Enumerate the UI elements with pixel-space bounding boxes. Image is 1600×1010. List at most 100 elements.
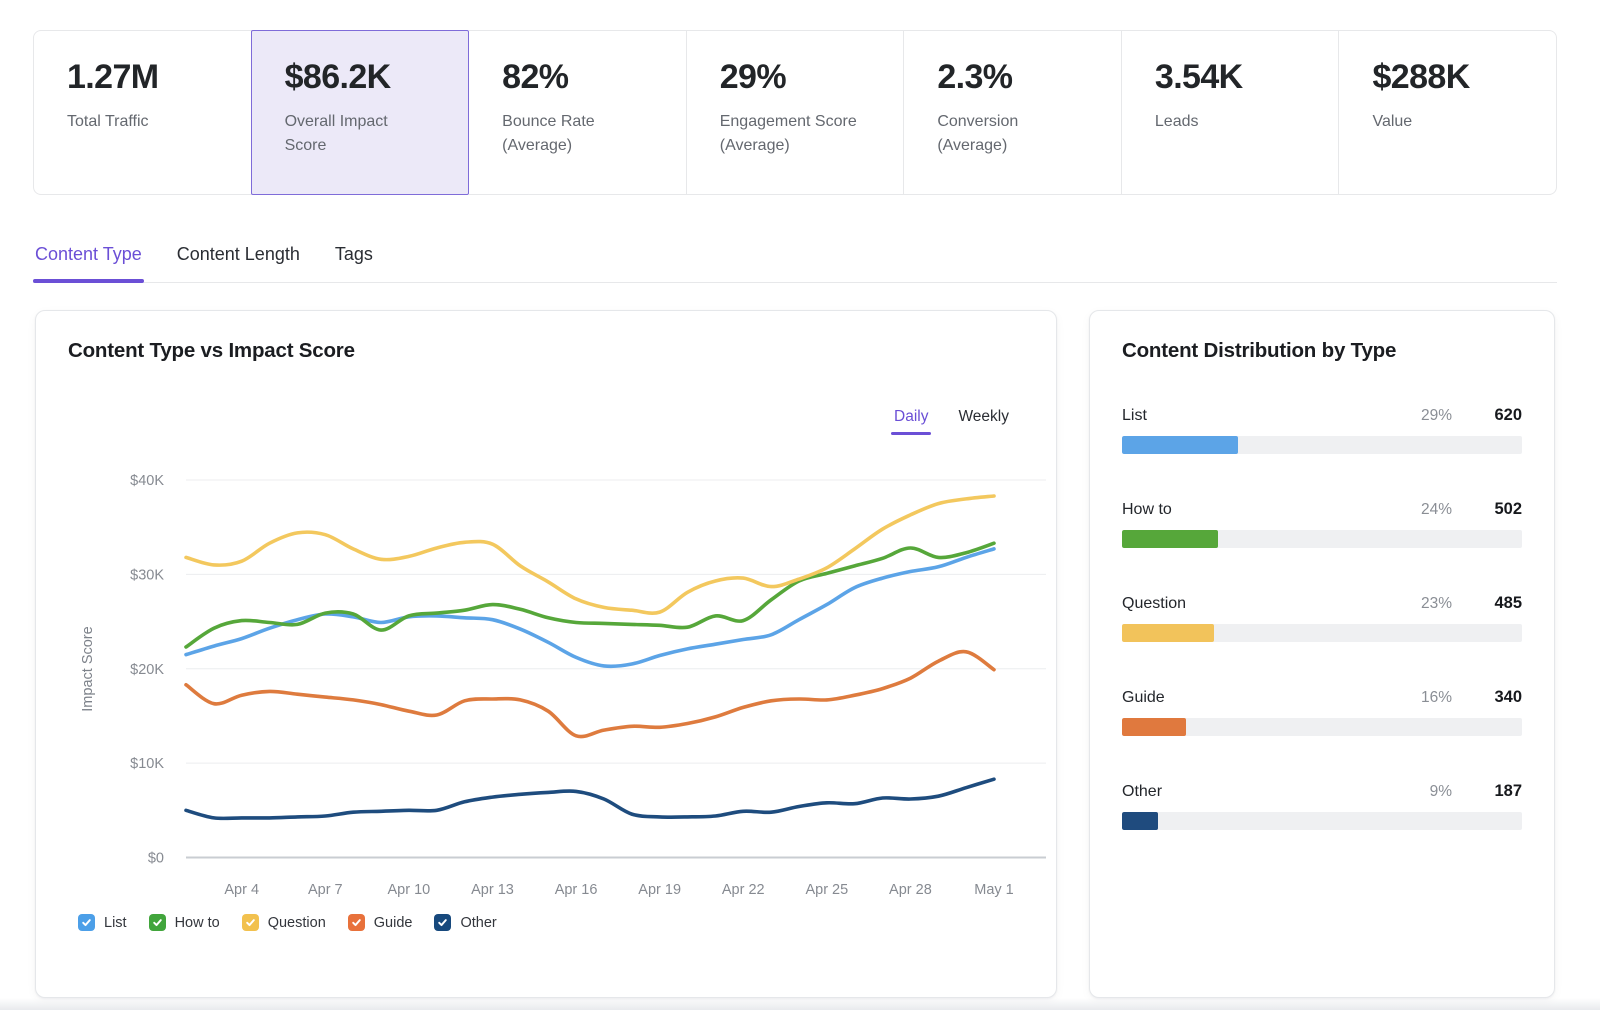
section-tabs: Content Type Content Length Tags (33, 243, 1557, 283)
chart-legend: List How to Question Guide Other (78, 914, 497, 931)
distribution-value: 502 (1468, 500, 1522, 519)
kpi-label: Engagement Score (Average) (720, 110, 866, 158)
distribution-bar-track (1122, 624, 1522, 642)
distribution-label: Other (1122, 783, 1430, 801)
y-tick-label: $40K (130, 473, 164, 489)
legend-label: Question (268, 915, 326, 931)
distribution-bar-fill (1122, 718, 1186, 736)
kpi-value: $288K (1372, 58, 1542, 97)
legend-item-guide[interactable]: Guide (348, 914, 413, 931)
distribution-row-header: How to24%502 (1122, 500, 1522, 519)
distribution-row-how-to: How to24%502 (1122, 500, 1522, 548)
distribution-row-header: Question23% 485 (1122, 594, 1522, 613)
distribution-value: 340 (1468, 688, 1522, 707)
kpi-card-conversion-average[interactable]: 2.3% Conversion (Average) (904, 30, 1122, 195)
legend-label: List (104, 915, 127, 931)
content-distribution-panel: Content Distribution by Type List29%620H… (1089, 310, 1555, 998)
x-tick-label: Apr 25 (805, 882, 848, 898)
kpi-label: Bounce Rate (Average) (502, 110, 648, 158)
checkbox-checked-icon[interactable] (348, 914, 365, 931)
distribution-value: 620 (1468, 406, 1522, 425)
y-tick-label: $30K (130, 567, 164, 583)
kpi-card-bounce-rate-average[interactable]: 82% Bounce Rate (Average) (469, 30, 687, 195)
distribution-bar-fill (1122, 436, 1238, 454)
x-tick-label: Apr 19 (638, 882, 681, 898)
kpi-label: Overall Impact Score (285, 110, 431, 158)
distribution-row-header: Guide16% 340 (1122, 688, 1522, 707)
distribution-rows: List29%620How to24%502Question23%485Guid… (1122, 406, 1522, 830)
distribution-row-header: Other9% 187 (1122, 782, 1522, 801)
kpi-label: Value (1372, 110, 1518, 134)
distribution-percent: 16% (1421, 689, 1452, 707)
kpi-value: 2.3% (937, 58, 1107, 97)
x-tick-label: Apr 10 (388, 882, 431, 898)
kpi-card-total-traffic[interactable]: 1.27MTotal Traffic (33, 30, 252, 195)
y-tick-label: $20K (130, 662, 164, 678)
legend-label: How to (175, 915, 220, 931)
checkbox-checked-icon[interactable] (78, 914, 95, 931)
legend-item-list[interactable]: List (78, 914, 127, 931)
distribution-bar-track (1122, 718, 1522, 736)
x-tick-label: May 1 (974, 882, 1014, 898)
kpi-label: Conversion (Average) (937, 110, 1083, 158)
distribution-percent: 23% (1421, 595, 1452, 613)
distribution-bar-track (1122, 812, 1522, 830)
distribution-percent: 24% (1421, 501, 1452, 519)
main-content: Content Type vs Impact Score DailyWeekly… (35, 310, 1555, 998)
distribution-panel-title: Content Distribution by Type (1122, 339, 1522, 363)
analytics-dashboard: 1.27MTotal Traffic $86.2K Overall Impact S… (0, 0, 1600, 1010)
x-tick-label: Apr 28 (889, 882, 932, 898)
distribution-label: Guide (1122, 689, 1421, 707)
tab-content-length[interactable]: Content Length (175, 243, 302, 282)
kpi-card-value[interactable]: $288K Value (1339, 30, 1557, 195)
x-tick-label: Apr 22 (722, 882, 765, 898)
line-series-question (186, 496, 994, 613)
legend-label: Guide (374, 915, 413, 931)
impact-score-line-chart: $0$10K$20K$30K$40KImpact ScoreApr 4Apr 7… (36, 311, 1058, 999)
distribution-label: Question (1122, 595, 1421, 613)
distribution-row-guide: Guide16% 340 (1122, 688, 1522, 736)
y-axis-title: Impact Score (80, 626, 96, 711)
distribution-row-header: List29% 620 (1122, 406, 1522, 425)
tab-tags[interactable]: Tags (333, 243, 375, 282)
distribution-bar-fill (1122, 624, 1214, 642)
kpi-card-overall-impact-score[interactable]: $86.2K Overall Impact Score (251, 30, 470, 195)
line-series-how-to (186, 543, 994, 647)
x-tick-label: Apr 13 (471, 882, 514, 898)
distribution-bar-fill (1122, 812, 1158, 830)
kpi-card-engagement-score-average[interactable]: 29% Engagement Score (Average) (687, 30, 905, 195)
x-tick-label: Apr 7 (308, 882, 343, 898)
line-series-other (186, 779, 994, 818)
distribution-value: 187 (1468, 782, 1522, 801)
legend-item-question[interactable]: Question (242, 914, 326, 931)
x-tick-label: Apr 16 (555, 882, 598, 898)
x-tick-label: Apr 4 (224, 882, 259, 898)
checkbox-checked-icon[interactable] (149, 914, 166, 931)
distribution-percent: 9% (1430, 783, 1452, 801)
impact-score-chart-panel: Content Type vs Impact Score DailyWeekly… (35, 310, 1057, 998)
distribution-row-question: Question23% 485 (1122, 594, 1522, 642)
checkbox-checked-icon[interactable] (242, 914, 259, 931)
kpi-summary-row: 1.27MTotal Traffic $86.2K Overall Impact S… (33, 30, 1557, 195)
distribution-row-list: List29% 620 (1122, 406, 1522, 454)
line-series-list (186, 549, 994, 666)
distribution-bar-track (1122, 436, 1522, 454)
checkbox-checked-icon[interactable] (434, 914, 451, 931)
kpi-value: 29% (720, 58, 890, 97)
kpi-label: Leads (1155, 110, 1301, 134)
distribution-bar-fill (1122, 530, 1218, 548)
legend-item-other[interactable]: Other (434, 914, 496, 931)
legend-label: Other (460, 915, 496, 931)
legend-item-how-to[interactable]: How to (149, 914, 220, 931)
distribution-bar-track (1122, 530, 1522, 548)
distribution-value: 485 (1468, 594, 1522, 613)
page-bottom-fade (0, 998, 1600, 1010)
tab-content-type[interactable]: Content Type (33, 243, 144, 282)
distribution-percent: 29% (1421, 407, 1452, 425)
kpi-value: $86.2K (285, 58, 455, 97)
kpi-value: 82% (502, 58, 672, 97)
kpi-card-leads[interactable]: 3.54K Leads (1122, 30, 1340, 195)
y-tick-label: $0 (148, 851, 164, 867)
kpi-value: 3.54K (1155, 58, 1325, 97)
distribution-label: List (1122, 407, 1421, 425)
